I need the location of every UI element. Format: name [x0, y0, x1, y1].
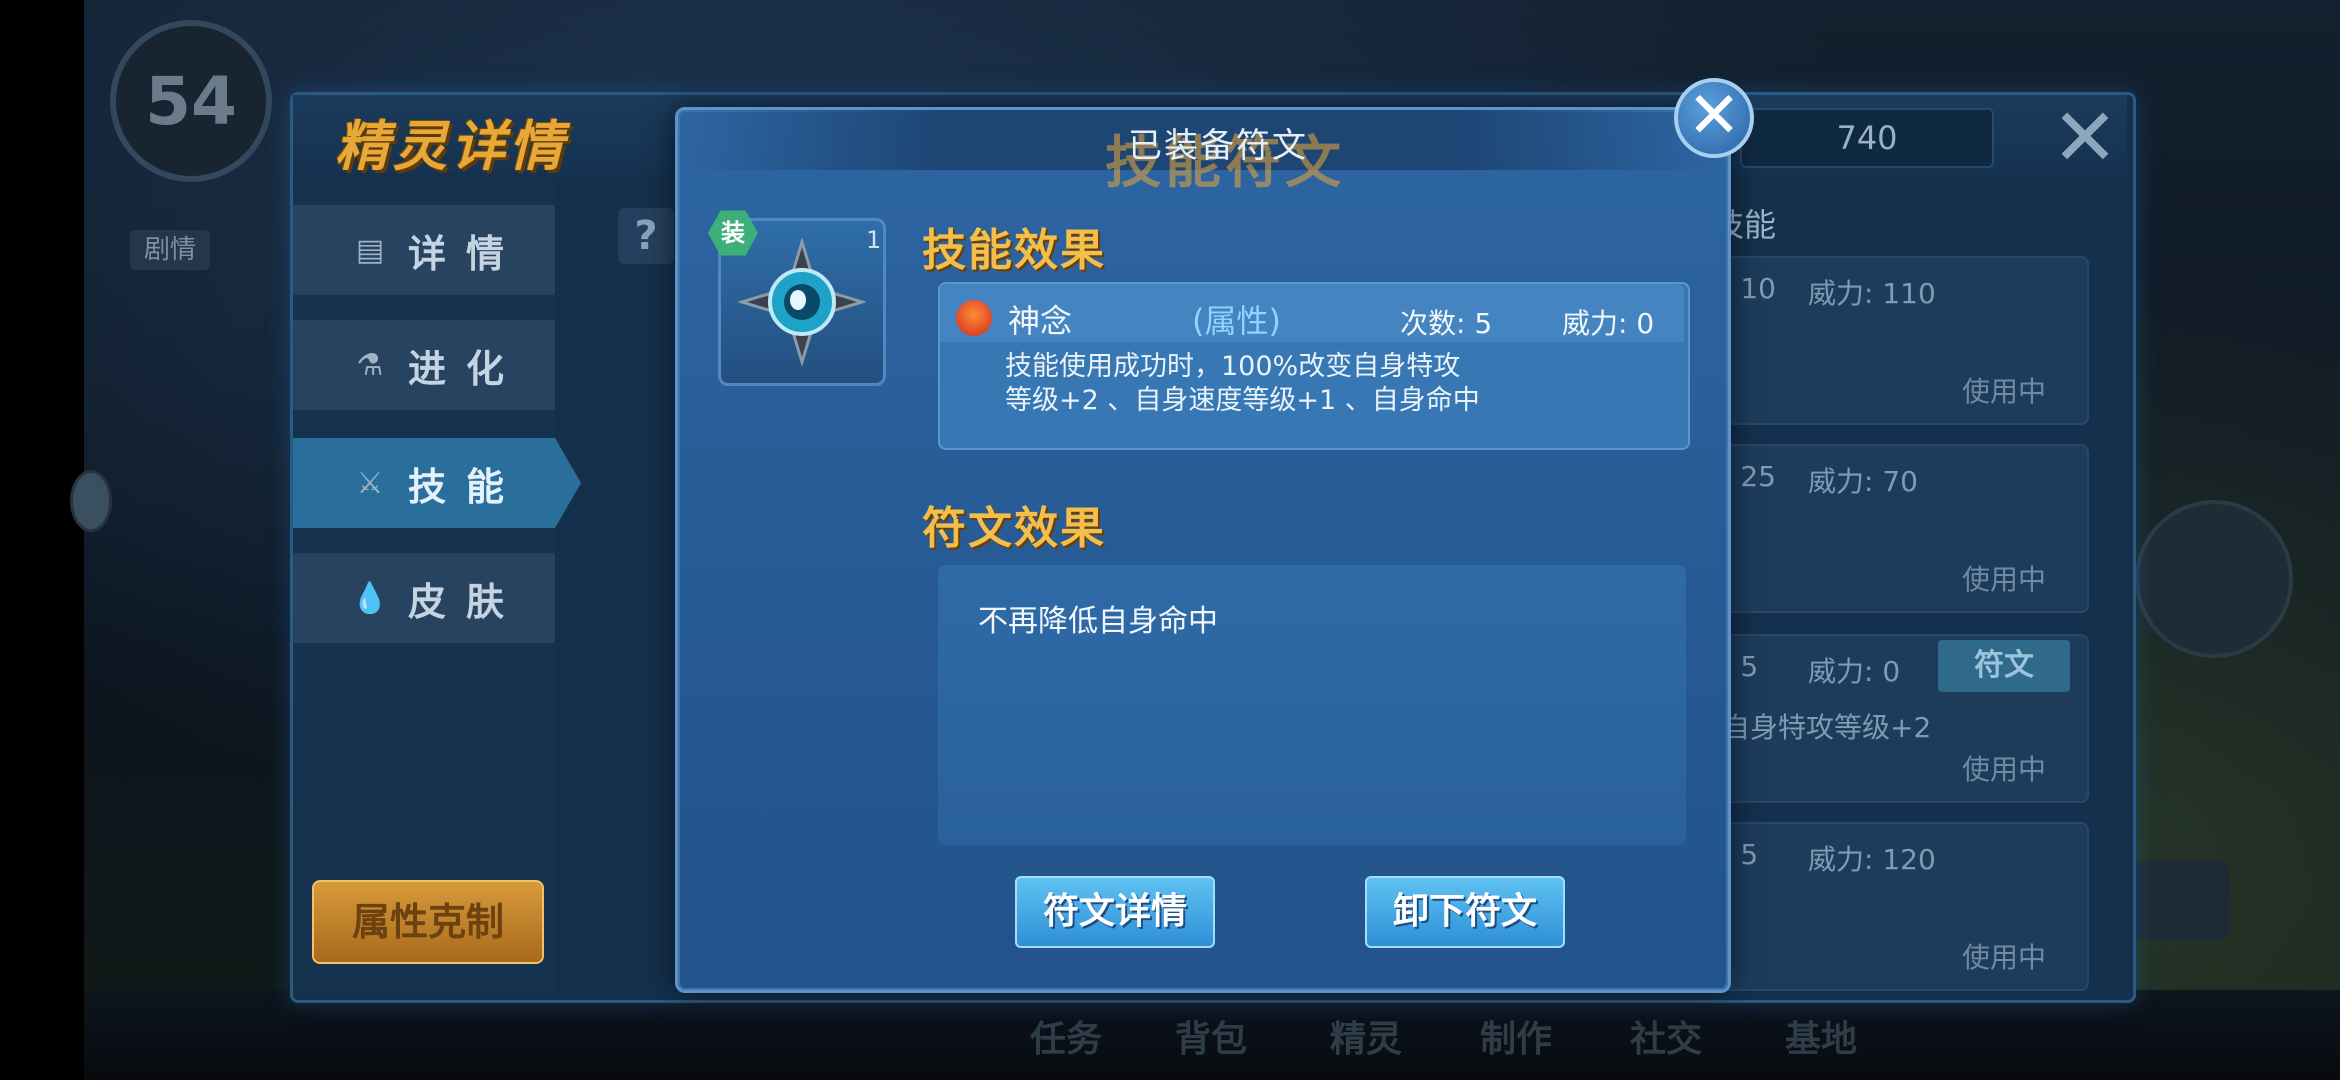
- fire-attribute-icon: [956, 300, 992, 336]
- bottom-nav-bag[interactable]: 背包: [1175, 1010, 1247, 1062]
- document-icon: ▤: [355, 232, 385, 268]
- bottom-nav-social[interactable]: 社交: [1630, 1010, 1702, 1062]
- bottom-nav-pet[interactable]: 精灵: [1330, 1010, 1402, 1062]
- tab-evolve[interactable]: ⚗ 进化: [293, 320, 555, 410]
- side-edge-icon: [70, 470, 112, 532]
- modal-title: 已装备符文: [1128, 126, 1308, 166]
- help-button[interactable]: ?: [618, 208, 674, 264]
- story-tag: 剧情: [130, 230, 210, 270]
- flask-icon: ⚗: [356, 347, 384, 383]
- score-display: 740: [1740, 108, 1994, 168]
- tab-evolve-label: 进化: [408, 346, 525, 391]
- panel-close-button[interactable]: ✕: [2050, 98, 2120, 178]
- sword-icon: ⚔: [356, 465, 384, 501]
- skill-2-power: 威力: 70: [1808, 465, 1918, 498]
- skill-1-power: 威力: 110: [1808, 277, 1936, 310]
- rune-count: 1: [866, 226, 882, 254]
- bottom-nav-base[interactable]: 基地: [1785, 1010, 1857, 1062]
- skill-description-line-2: 等级+2 、自身速度等级+1 、自身命中: [1005, 385, 1480, 416]
- unequip-rune-button[interactable]: 卸下符文: [1365, 876, 1565, 948]
- skill-attribute: (属性): [1192, 302, 1281, 340]
- skill-2-status: 使用中: [1962, 563, 2047, 596]
- skill-effect-title: 技能效果: [922, 225, 1106, 276]
- chat-icon: [2130, 860, 2230, 940]
- planet-icon: [2135, 500, 2293, 658]
- skill-3-rune-tag[interactable]: 符文: [1938, 640, 2070, 692]
- tab-details-label: 详情: [408, 231, 525, 276]
- skill-use-count: 次数: 5: [1400, 307, 1493, 340]
- skill-name: 神念: [1008, 302, 1073, 340]
- skill-power: 威力: 0: [1562, 307, 1655, 340]
- skill-description: 技能使用成功时，100%改变自身特攻 等级+2 、自身速度等级+1 、自身命中: [1005, 350, 1525, 418]
- rune-icon: [738, 238, 866, 366]
- skill-4-status: 使用中: [1962, 941, 2047, 974]
- skill-description-line-1: 技能使用成功时，100%改变自身特攻: [1005, 351, 1461, 382]
- bottom-nav-task[interactable]: 任务: [1030, 1010, 1102, 1062]
- tab-skills[interactable]: ⚔ 技能: [293, 438, 555, 528]
- skill-3-power: 威力: 0: [1808, 655, 1901, 688]
- skill-3-status: 使用中: [1962, 753, 2047, 786]
- modal-close-button[interactable]: ✕: [1674, 78, 1754, 158]
- drop-icon: 💧: [351, 580, 389, 616]
- tab-skins[interactable]: 💧 皮肤: [293, 553, 555, 643]
- skill-3-desc: 自身特攻等级+2: [1722, 711, 1932, 744]
- type-chart-button[interactable]: 属性克制: [312, 880, 544, 964]
- skill-1-status: 使用中: [1962, 375, 2047, 408]
- tab-skins-label: 皮肤: [408, 579, 525, 624]
- tab-details[interactable]: ▤ 详情: [293, 205, 555, 295]
- rune-effect-title: 符文效果: [922, 503, 1106, 554]
- active-tab-arrow: [555, 438, 581, 528]
- rune-effect-text: 不再降低自身命中: [978, 604, 1218, 639]
- tab-skills-label: 技能: [408, 464, 525, 509]
- skill-4-power: 威力: 120: [1808, 843, 1936, 876]
- level-badge: 54: [110, 20, 272, 182]
- pet-detail-title: 精灵详情: [335, 115, 567, 178]
- rune-detail-button[interactable]: 符文详情: [1015, 876, 1215, 948]
- bottom-nav-craft[interactable]: 制作: [1480, 1010, 1552, 1062]
